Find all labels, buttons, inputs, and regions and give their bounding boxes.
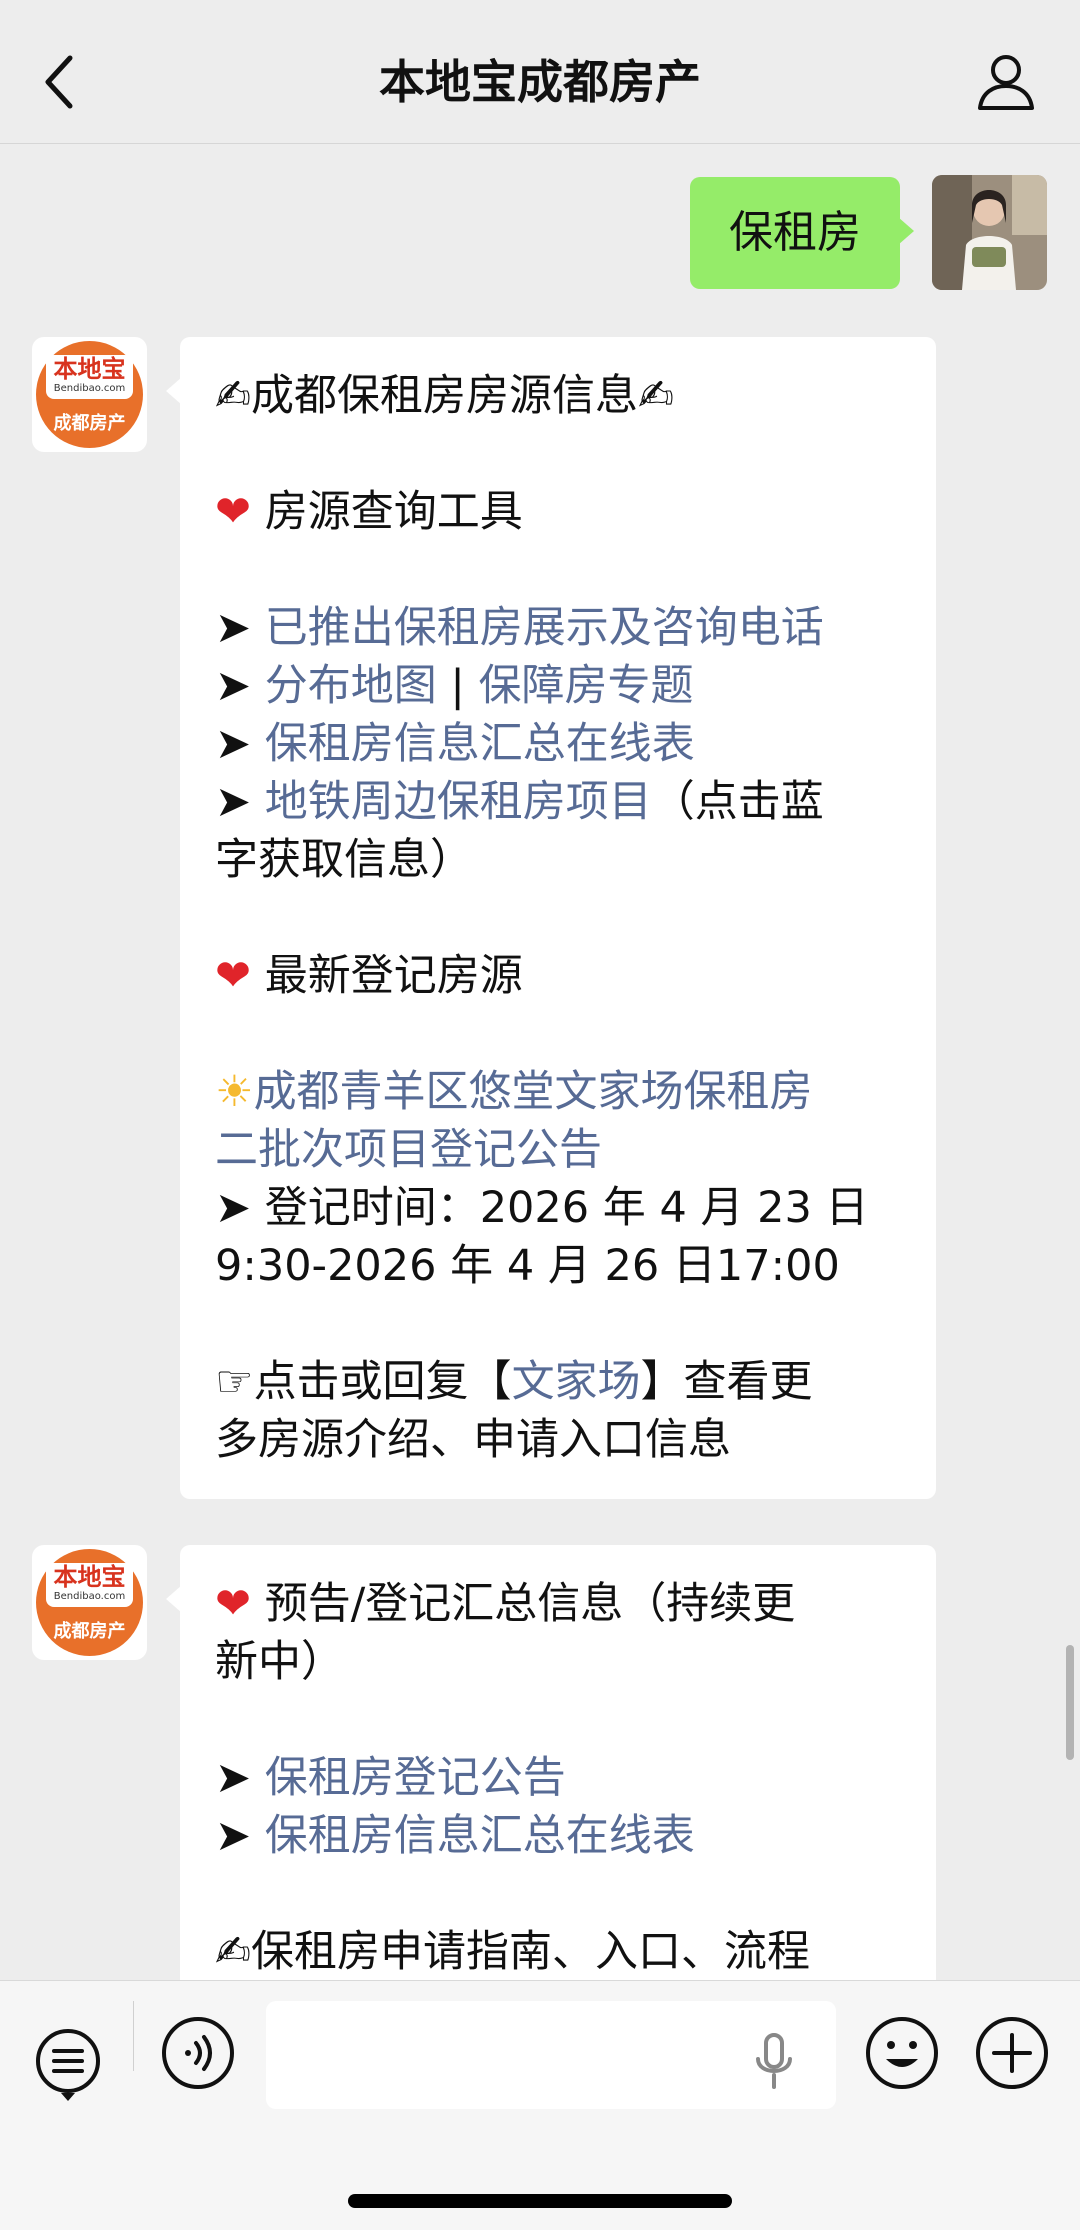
avatar-city: 成都房产	[53, 1621, 126, 1642]
bubble-tail	[166, 1585, 182, 1613]
section-heading: ❤ 房源查询工具	[215, 483, 902, 541]
writing-hand-icon: ✍	[215, 371, 252, 421]
registration-time: 登记时间：2026 年 4 月 23 日	[264, 1183, 869, 1233]
list-item: ➤ 登记时间：2026 年 4 月 23 日	[215, 1179, 902, 1237]
arrow-icon: ➤	[215, 661, 252, 711]
avatar-domain: Bendibao.com	[53, 383, 126, 394]
message-title: ✍成都保租房房源信息✍	[215, 367, 902, 425]
bot-avatar[interactable]: 本地宝 Bendibao.com 成都房产	[32, 1545, 147, 1660]
avatar-city: 成都房产	[53, 413, 126, 434]
sun-icon: ☀	[215, 1067, 254, 1117]
user-message-bubble[interactable]: 保租房	[690, 177, 914, 289]
heading-text: 预告/登记汇总信息（持续更	[264, 1579, 796, 1629]
project-link-text[interactable]: 成都青羊区悠堂文家场保租房	[254, 1067, 813, 1117]
link-map[interactable]: 分布地图	[265, 661, 437, 711]
bot-message-bubble: ❤ 预告/登记汇总信息（持续更 新中） ➤ 保租房登记公告 ➤ 保租房信息汇总在…	[166, 1545, 936, 2005]
avatar-brand: 本地宝	[53, 1563, 126, 1591]
arrow-icon: ➤	[215, 777, 252, 827]
hint-text: 字获取信息）	[215, 835, 473, 885]
bubble-tail	[898, 217, 914, 245]
cta-line: ☞点击或回复【文家场】查看更	[215, 1353, 902, 1411]
guide-line: ✍保租房申请指南、入口、流程	[215, 1923, 902, 1981]
writing-hand-icon: ✍	[638, 371, 675, 421]
user-message-text: 保租房	[729, 207, 861, 258]
list-item: ➤ 地铁周边保租房项目（点击蓝	[215, 773, 902, 831]
section-heading: ❤ 预告/登记汇总信息（持续更	[215, 1575, 902, 1633]
chat-header: 本地宝成都房产	[0, 0, 1080, 144]
divider	[133, 2001, 134, 2071]
list-item: ➤ 已推出保租房展示及咨询电话	[215, 599, 902, 657]
avatar-logo: 本地宝 Bendibao.com	[46, 355, 133, 399]
link-online-table[interactable]: 保租房信息汇总在线表	[265, 1811, 695, 1861]
voice-icon[interactable]	[160, 2015, 236, 2091]
list-item: ➤ 保租房信息汇总在线表	[215, 1807, 902, 1865]
menu-list-icon[interactable]	[30, 2027, 106, 2103]
project-link-text[interactable]: 二批次项目登记公告	[215, 1121, 902, 1179]
list-item: ➤ 分布地图 | 保障房专题	[215, 657, 902, 715]
arrow-icon: ➤	[215, 603, 252, 653]
bot-message-bubble: ✍成都保租房房源信息✍ ❤ 房源查询工具 ➤ 已推出保租房展示及咨询电话 ➤ 分…	[166, 337, 936, 1499]
cta-link[interactable]: 文家场	[512, 1357, 641, 1407]
heading-text: 新中）	[215, 1637, 344, 1687]
link-online-table[interactable]: 保租房信息汇总在线表	[265, 719, 695, 769]
cta-text: 】查看更	[640, 1357, 813, 1407]
home-indicator	[348, 2194, 732, 2208]
list-item: ➤ 保租房信息汇总在线表	[215, 715, 902, 773]
separator: |	[436, 661, 479, 711]
avatar-domain: Bendibao.com	[53, 1591, 126, 1602]
registration-time: 9:30-2026 年 4 月 26 日17:00	[215, 1241, 840, 1291]
arrow-icon: ➤	[215, 719, 252, 769]
page-title: 本地宝成都房产	[379, 55, 701, 109]
guide-text: 保租房申请指南、入口、流程	[251, 1927, 811, 1977]
bubble-tail	[166, 377, 182, 405]
project-link[interactable]: ☀成都青羊区悠堂文家场保租房	[215, 1063, 902, 1121]
arrow-icon: ➤	[215, 1753, 252, 1803]
message-input[interactable]	[266, 2001, 836, 2109]
avatar-logo: 本地宝 Bendibao.com	[46, 1563, 133, 1607]
arrow-icon: ➤	[215, 1183, 252, 1233]
heart-icon: ❤	[215, 951, 252, 1001]
link-metro-projects[interactable]: 地铁周边保租房项目	[265, 777, 652, 827]
heading-text: 最新登记房源	[264, 951, 523, 1001]
writing-hand-icon: ✍	[215, 1927, 252, 1977]
scrollbar[interactable]	[1066, 1645, 1074, 1760]
avatar-brand: 本地宝	[53, 355, 126, 383]
hint-text: （点击蓝	[651, 777, 824, 827]
user-avatar-photo	[932, 175, 1047, 290]
heart-icon: ❤	[215, 1579, 252, 1629]
plus-icon[interactable]	[974, 2015, 1050, 2091]
cta-text: 点击或回复【	[253, 1357, 512, 1407]
title-text: 成都保租房房源信息	[251, 371, 639, 421]
bot-avatar[interactable]: 本地宝 Bendibao.com 成都房产	[32, 337, 147, 452]
link-topic[interactable]: 保障房专题	[479, 661, 694, 711]
pointing-hand-icon: ☞	[215, 1357, 254, 1407]
arrow-icon: ➤	[215, 1811, 252, 1861]
microphone-icon[interactable]	[752, 2033, 796, 2091]
list-item: ➤ 保租房登记公告	[215, 1749, 902, 1807]
heading-text: 房源查询工具	[264, 487, 523, 537]
profile-icon[interactable]	[976, 52, 1036, 112]
link-showcase[interactable]: 已推出保租房展示及咨询电话	[265, 603, 824, 653]
link-registration-notice[interactable]: 保租房登记公告	[265, 1753, 566, 1803]
heart-icon: ❤	[215, 487, 252, 537]
section-heading: ❤ 最新登记房源	[215, 947, 902, 1005]
input-bar	[0, 1980, 1080, 2230]
cta-text: 多房源介绍、申请入口信息	[215, 1415, 731, 1465]
user-avatar[interactable]	[932, 175, 1047, 290]
emoji-icon[interactable]	[864, 2015, 940, 2091]
